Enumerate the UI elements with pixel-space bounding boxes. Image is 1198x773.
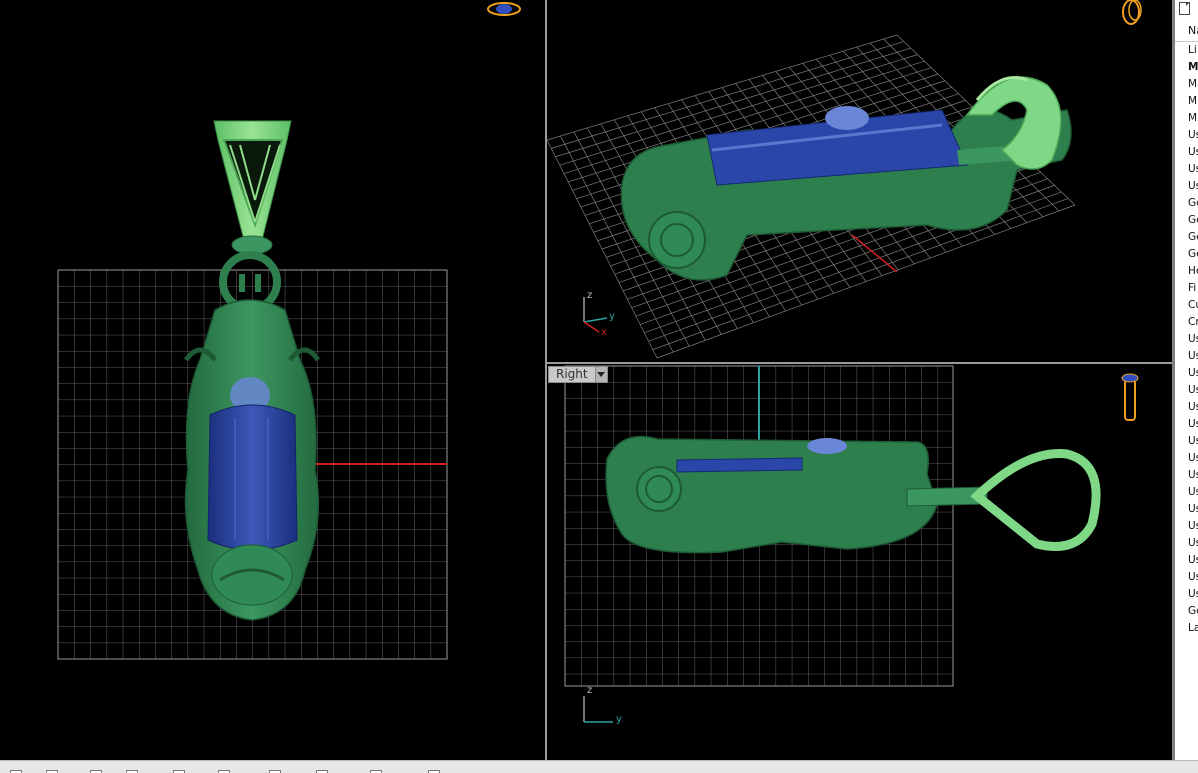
viewport-front[interactable] [0,0,545,760]
layer-item[interactable]: Us [1175,399,1198,416]
axis-x-label: x [601,327,607,338]
panel-header: Na [1175,0,1198,42]
layer-item[interactable]: M [1175,76,1198,93]
layer-item[interactable]: Li [1175,42,1198,59]
viewport-splitter-horizontal[interactable] [547,362,1172,364]
layer-item[interactable]: Us [1175,348,1198,365]
layer-item[interactable]: Us [1175,382,1198,399]
layer-item[interactable]: Cu [1175,297,1198,314]
column-header-name[interactable]: Na [1188,24,1198,37]
front-view-canvas[interactable] [0,0,545,760]
layer-item[interactable]: Us [1175,552,1198,569]
layer-item[interactable]: Us [1175,586,1198,603]
bail-side [970,449,1101,551]
layer-item[interactable]: Us [1175,416,1198,433]
layer-item[interactable]: Cr [1175,314,1198,331]
layer-list: LiMMMMUsUsUsUsGeGeGeGeHeFiCuCrUsUsUsUsUs… [1175,42,1198,637]
axis-y-label: y [616,714,622,725]
layer-item[interactable]: Us [1175,535,1198,552]
viewport-perspective[interactable]: z y x [547,0,1172,362]
gumball-widget[interactable] [1122,0,1142,25]
viewport-right-title[interactable]: Right [548,366,608,383]
layer-item[interactable]: Us [1175,569,1198,586]
layer-item[interactable]: Us [1175,484,1198,501]
pendant-model-3d [620,106,1072,281]
layer-item[interactable]: Us [1175,518,1198,535]
gumball-widget[interactable] [1121,373,1139,421]
layer-item[interactable]: Us [1175,450,1198,467]
axis-y-label: y [609,311,615,322]
layer-item[interactable]: Ge [1175,229,1198,246]
document-icon[interactable] [1179,2,1190,15]
axis-z-label: z [587,685,593,696]
layer-item[interactable]: Us [1175,467,1198,484]
viewport-name-label: Right [556,367,588,381]
layer-item[interactable]: Ge [1175,246,1198,263]
layer-item[interactable]: Us [1175,127,1198,144]
status-bar [0,760,1198,773]
layer-item[interactable]: Fi [1175,280,1198,297]
layer-item[interactable]: Us [1175,331,1198,348]
layer-item[interactable]: La [1175,620,1198,637]
layer-item[interactable]: Us [1175,365,1198,382]
layer-item[interactable]: Us [1175,144,1198,161]
axis-triad [583,696,613,723]
chevron-down-icon[interactable] [594,367,607,382]
layer-item[interactable]: Us [1175,501,1198,518]
perspective-view-canvas[interactable] [547,0,1172,362]
layer-item[interactable]: He [1175,263,1198,280]
viewport-splitter-vertical[interactable] [545,0,547,760]
layer-item[interactable]: Ge [1175,603,1198,620]
layer-item[interactable]: Ge [1175,212,1198,229]
bail [213,120,292,255]
layer-item[interactable]: M [1175,59,1198,76]
layer-item[interactable]: M [1175,93,1198,110]
layer-item[interactable]: Us [1175,161,1198,178]
layer-item[interactable]: Ge [1175,195,1198,212]
viewport-right[interactable]: Right z y [547,364,1172,760]
layer-item[interactable]: Us [1175,178,1198,195]
layers-panel[interactable]: Na LiMMMMUsUsUsUsGeGeGeGeHeFiCuCrUsUsUsU… [1172,0,1198,760]
layer-item[interactable]: Us [1175,433,1198,450]
axis-z-label: z [587,290,593,301]
right-view-canvas[interactable] [547,364,1172,760]
gumball-widget[interactable] [487,2,521,16]
layer-item[interactable]: M [1175,110,1198,127]
